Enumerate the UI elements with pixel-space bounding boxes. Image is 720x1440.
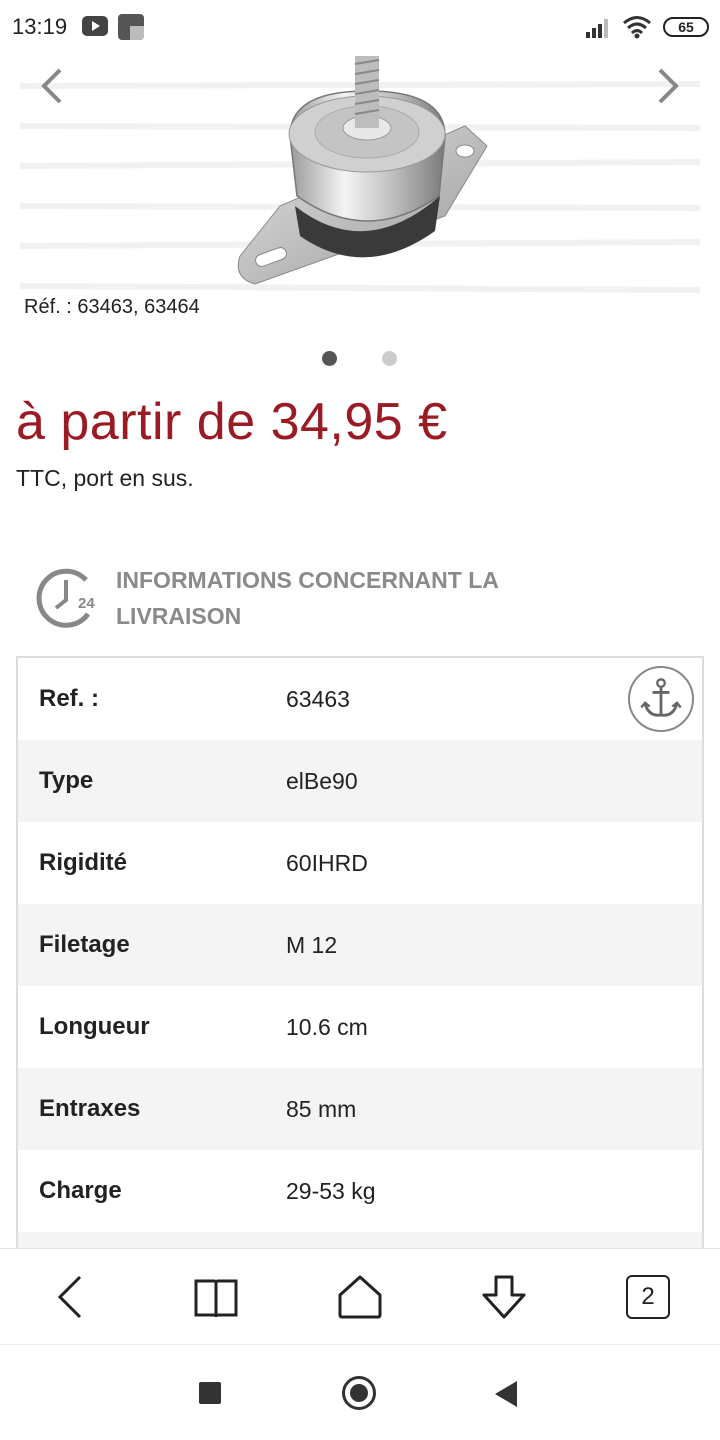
table-row: Entraxes 85 mm (18, 1068, 702, 1150)
delivery-info-link[interactable]: 24 INFORMATIONS CONCERNANT LA LIVRAISON (36, 562, 696, 642)
table-row: Ref. : 63463 (18, 658, 702, 740)
browser-toolbar: 2 (0, 1248, 720, 1344)
24h-delivery-icon: 24 (36, 568, 95, 628)
android-navigation-bar (0, 1344, 720, 1440)
recents-icon[interactable] (199, 1382, 221, 1404)
price-note: TTC, port en sus. (16, 465, 194, 491)
spec-value: 63463 (286, 686, 350, 712)
table-row: Filetage M 12 (18, 904, 702, 986)
spec-label: Ref. : (39, 685, 99, 712)
spec-value: 29-53 kg (286, 1178, 376, 1204)
bookmarks-icon[interactable] (192, 1273, 240, 1321)
app-notification-icon (118, 14, 144, 40)
download-icon[interactable] (480, 1273, 528, 1321)
spec-value: elBe90 (286, 768, 358, 794)
product-image[interactable] (225, 56, 495, 291)
svg-text:24: 24 (78, 595, 95, 612)
gallery-next-arrow[interactable] (646, 64, 690, 108)
spec-label: Type (39, 767, 94, 794)
spec-value: 10.6 cm (286, 1014, 368, 1040)
wifi-icon (623, 16, 651, 39)
signal-icon (586, 19, 608, 38)
gallery-pagination (0, 351, 720, 367)
home-icon[interactable] (336, 1273, 384, 1321)
product-gallery[interactable] (0, 56, 720, 326)
pagination-dot-active[interactable] (322, 351, 337, 366)
table-row: Rigidité 60IHRD (18, 822, 702, 904)
table-row: Charge 29-53 kg (18, 1150, 702, 1232)
table-row: Type elBe90 (18, 740, 702, 822)
status-bar: 13:19 65 (0, 0, 720, 56)
ref-caption: Réf. : 63463, 63464 (24, 296, 200, 318)
spec-value: 60IHRD (286, 850, 368, 876)
tabs-icon[interactable]: 2 (626, 1275, 670, 1319)
back-icon[interactable] (48, 1273, 96, 1321)
spec-label: Longueur (39, 1013, 150, 1040)
spec-value: M 12 (286, 932, 338, 958)
back-triangle-icon[interactable] (495, 1381, 517, 1407)
spec-label: Entraxes (39, 1095, 141, 1122)
pagination-dot[interactable] (382, 351, 397, 366)
gallery-prev-arrow[interactable] (32, 64, 76, 108)
anchor-icon[interactable] (628, 666, 694, 732)
price: à partir de 34,95 € (16, 393, 448, 451)
spec-label: Charge (39, 1177, 122, 1204)
spec-label: Filetage (39, 931, 130, 958)
home-circle-icon[interactable] (342, 1376, 376, 1410)
spec-label: Rigidité (39, 849, 127, 876)
youtube-icon (82, 16, 108, 36)
table-row: Longueur 10.6 cm (18, 986, 702, 1068)
delivery-info-label: INFORMATIONS CONCERNANT LA LIVRAISON (116, 567, 499, 629)
spec-value: 85 mm (286, 1096, 357, 1122)
status-time: 13:19 (12, 14, 68, 39)
spec-table: Ref. : 63463 Type elBe90 Rigidité 60IHRD… (16, 656, 704, 1256)
battery-icon: 65 (663, 17, 709, 37)
